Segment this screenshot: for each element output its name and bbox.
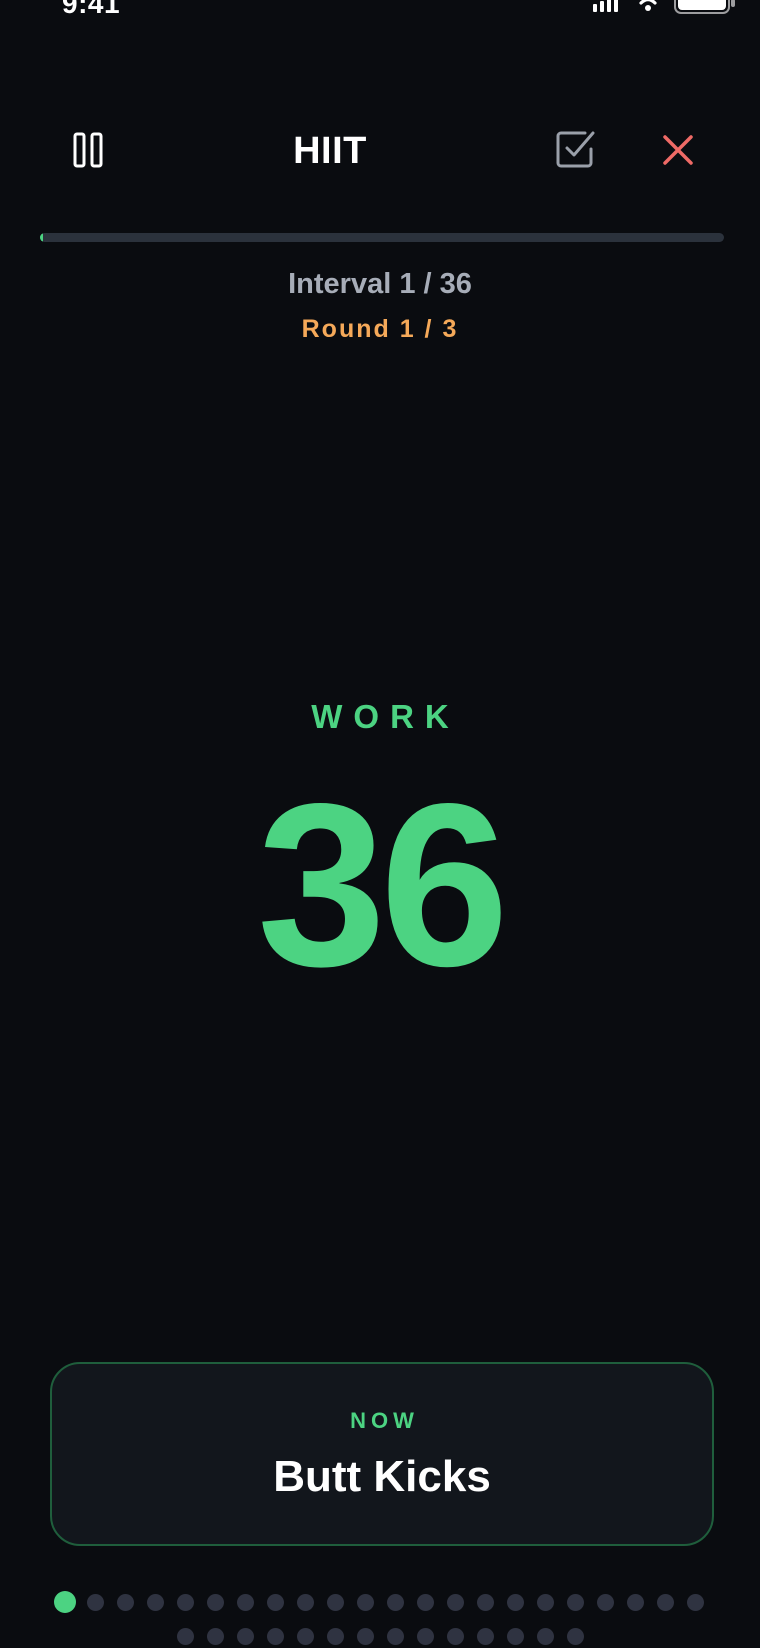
interval-dot: [416, 1593, 434, 1611]
status-icons: [592, 0, 736, 16]
workout-progress-fill: [40, 233, 44, 242]
interval-dot: [116, 1593, 134, 1611]
interval-dot-row: [0, 1590, 760, 1614]
interval-dot-current: [54, 1591, 76, 1613]
interval-dot: [296, 1627, 314, 1645]
interval-dot: [386, 1627, 404, 1645]
interval-dot: [356, 1627, 374, 1645]
interval-dot: [656, 1593, 674, 1611]
interval-dot: [176, 1593, 194, 1611]
interval-dot: [506, 1627, 524, 1645]
interval-dot: [86, 1593, 104, 1611]
close-button[interactable]: [656, 130, 700, 174]
interval-dot: [416, 1627, 434, 1645]
interval-counter: Interval 1 / 36: [288, 268, 472, 300]
exercise-name: Butt Kicks: [273, 1452, 491, 1501]
interval-dot: [236, 1593, 254, 1611]
interval-dot: [446, 1627, 464, 1645]
interval-dot: [566, 1627, 584, 1645]
status-bar: 9:41: [0, 0, 760, 24]
interval-dot: [356, 1593, 374, 1611]
interval-dot: [626, 1593, 644, 1611]
interval-dot: [266, 1593, 284, 1611]
now-label: NOW: [350, 1408, 419, 1433]
interval-dot: [386, 1593, 404, 1611]
countdown-timer: 36: [256, 756, 509, 1015]
top-bar: HIIT: [0, 112, 760, 192]
interval-dot: [476, 1593, 494, 1611]
status-time: 9:41: [62, 0, 121, 19]
workout-progress-bar: [40, 233, 724, 242]
interval-dot: [326, 1593, 344, 1611]
interval-dot: [296, 1593, 314, 1611]
interval-dot: [536, 1627, 554, 1645]
close-icon: [661, 133, 695, 172]
signal-icon: [592, 0, 622, 12]
interval-dot: [506, 1593, 524, 1611]
interval-dot: [266, 1627, 284, 1645]
interval-dot: [566, 1593, 584, 1611]
interval-dot: [236, 1627, 254, 1645]
interval-dot: [206, 1593, 224, 1611]
checkbox-check-icon: [553, 127, 597, 176]
round-counter: Round 1 / 3: [301, 315, 459, 343]
interval-dot-row: [0, 1624, 760, 1648]
interval-dot: [596, 1593, 614, 1611]
phase-label: WORK: [311, 698, 460, 735]
interval-dot: [476, 1627, 494, 1645]
interval-dot: [536, 1593, 554, 1611]
current-exercise-card: NOW Butt Kicks: [50, 1362, 714, 1546]
interval-dot: [176, 1627, 194, 1645]
interval-dot: [206, 1627, 224, 1645]
interval-dot: [686, 1593, 704, 1611]
complete-interval-button[interactable]: [552, 128, 598, 174]
interval-dot: [326, 1627, 344, 1645]
interval-dot: [446, 1593, 464, 1611]
battery-icon: [674, 0, 736, 14]
workout-title: HIIT: [293, 130, 367, 172]
wifi-icon: [634, 0, 662, 12]
interval-dot: [146, 1593, 164, 1611]
